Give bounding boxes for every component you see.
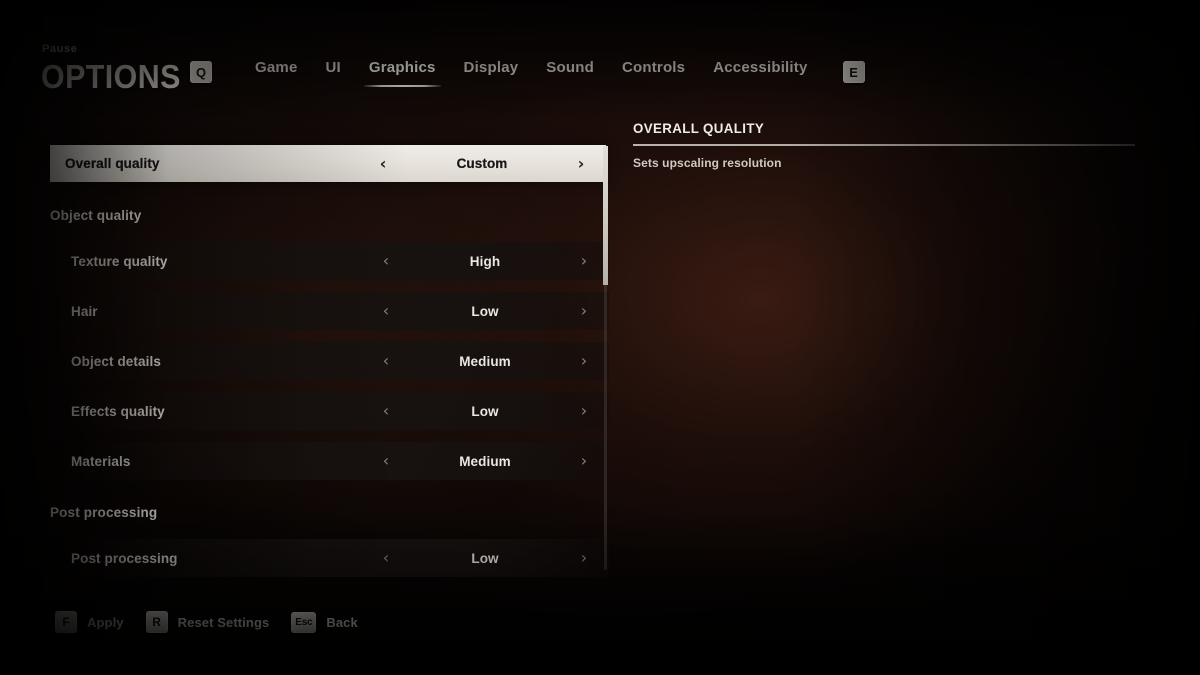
description-panel: OVERALL QUALITY Sets upscaling resolutio… bbox=[633, 120, 1135, 170]
setting-value: High bbox=[469, 253, 501, 269]
key-icon-r: R bbox=[145, 611, 168, 633]
setting-row[interactable]: Post processing ‹ Low › bbox=[56, 539, 609, 577]
setting-value: Medium bbox=[459, 353, 511, 369]
tab-label: Controls bbox=[621, 59, 686, 76]
setting-label: Object details bbox=[71, 353, 161, 369]
chevron-right-icon[interactable]: › bbox=[577, 453, 591, 469]
setting-stepper: ‹ Low › bbox=[379, 403, 609, 419]
chevron-left-icon[interactable]: ‹ bbox=[379, 353, 393, 369]
tab-label: Display bbox=[463, 59, 519, 76]
setting-stepper: ‹ Medium › bbox=[379, 353, 609, 369]
tab-label: Accessibility bbox=[713, 59, 808, 76]
options-screen: Pause OPTIONS Q Game UI Graphics Display Sou… bbox=[0, 0, 1200, 675]
footer-action-label: Back bbox=[326, 614, 358, 630]
footer-action-label: Apply bbox=[87, 614, 124, 630]
section-header: Object quality bbox=[50, 208, 142, 223]
chevron-right-icon[interactable]: › bbox=[577, 303, 591, 319]
settings-list: Overall quality ‹ Custom › Object quality Tex… bbox=[41, 145, 609, 577]
setting-label: Overall quality bbox=[65, 156, 160, 171]
key-icon-esc: Esc bbox=[291, 611, 317, 633]
tab-game[interactable]: Game bbox=[241, 57, 312, 87]
tab-label: Game bbox=[255, 59, 298, 76]
breadcrumb: Pause bbox=[42, 43, 78, 55]
setting-value: Low bbox=[471, 303, 499, 319]
setting-row[interactable]: Hair ‹ Low › bbox=[56, 292, 609, 330]
tab-ui[interactable]: UI bbox=[312, 57, 355, 87]
footer-action[interactable]: R Reset Settings bbox=[145, 611, 292, 633]
tab-controls[interactable]: Controls bbox=[608, 57, 699, 87]
setting-row[interactable]: Texture quality ‹ High › bbox=[56, 242, 609, 280]
setting-stepper: ‹ Low › bbox=[379, 303, 609, 319]
chevron-left-icon[interactable]: ‹ bbox=[379, 453, 393, 469]
setting-row[interactable]: Materials ‹ Medium › bbox=[56, 442, 609, 480]
tab-display[interactable]: Display bbox=[450, 57, 533, 87]
setting-label: Effects quality bbox=[71, 403, 165, 419]
description-divider bbox=[633, 144, 1135, 146]
setting-row[interactable]: Overall quality ‹ Custom › bbox=[50, 145, 606, 182]
key-icon-f: F bbox=[55, 611, 77, 633]
section-header: Post processing bbox=[50, 505, 158, 520]
tab-label: UI bbox=[325, 59, 341, 76]
chevron-right-icon[interactable]: › bbox=[577, 403, 591, 419]
chevron-left-icon[interactable]: ‹ bbox=[379, 253, 393, 269]
tab-graphics[interactable]: Graphics bbox=[355, 57, 450, 87]
prev-tab-key-icon[interactable]: Q bbox=[190, 61, 212, 83]
setting-row[interactable]: Object details ‹ Medium › bbox=[56, 342, 609, 380]
setting-value: Custom bbox=[456, 156, 508, 171]
chevron-left-icon[interactable]: ‹ bbox=[379, 403, 393, 419]
description-title: OVERALL QUALITY bbox=[633, 120, 765, 136]
setting-label: Post processing bbox=[71, 550, 178, 566]
footer-actions: F Apply R Reset Settings Esc Back bbox=[55, 611, 380, 633]
page-title: OPTIONS bbox=[41, 58, 181, 95]
setting-value: Low bbox=[471, 550, 499, 566]
setting-label: Texture quality bbox=[71, 253, 168, 269]
tab-sound[interactable]: Sound bbox=[532, 57, 608, 87]
setting-value: Medium bbox=[459, 453, 511, 469]
footer-action-label: Reset Settings bbox=[177, 614, 270, 630]
chevron-left-icon[interactable]: ‹ bbox=[379, 550, 393, 566]
tab-label: Sound bbox=[546, 59, 594, 76]
chevron-right-icon[interactable]: › bbox=[577, 253, 591, 269]
setting-stepper: ‹ High › bbox=[379, 253, 609, 269]
setting-stepper: ‹ Low › bbox=[379, 550, 609, 566]
chevron-right-icon[interactable]: › bbox=[577, 550, 591, 566]
footer-action[interactable]: F Apply bbox=[55, 611, 146, 633]
description-body: Sets upscaling resolution bbox=[633, 155, 782, 170]
setting-stepper: ‹ Custom › bbox=[376, 155, 606, 172]
setting-stepper: ‹ Medium › bbox=[379, 453, 609, 469]
chevron-left-icon[interactable]: ‹ bbox=[379, 303, 393, 319]
setting-label: Hair bbox=[71, 303, 98, 319]
setting-label: Materials bbox=[71, 453, 131, 469]
chevron-right-icon[interactable]: › bbox=[577, 353, 591, 369]
footer-action[interactable]: Esc Back bbox=[291, 611, 379, 633]
chevron-right-icon[interactable]: › bbox=[574, 155, 588, 172]
chevron-left-icon[interactable]: ‹ bbox=[376, 155, 390, 172]
scrollbar-thumb[interactable] bbox=[603, 146, 608, 285]
tab-bar: Q Game UI Graphics Display Sound Controls Acce… bbox=[190, 57, 865, 87]
header: Pause OPTIONS Q Game UI Graphics Display Sou… bbox=[0, 0, 1200, 110]
tab-accessibility[interactable]: Accessibility bbox=[699, 57, 821, 87]
setting-row[interactable]: Effects quality ‹ Low › bbox=[56, 392, 609, 430]
setting-value: Low bbox=[471, 403, 499, 419]
tab-label: Graphics bbox=[368, 59, 436, 76]
next-tab-key-icon[interactable]: E bbox=[842, 61, 865, 83]
